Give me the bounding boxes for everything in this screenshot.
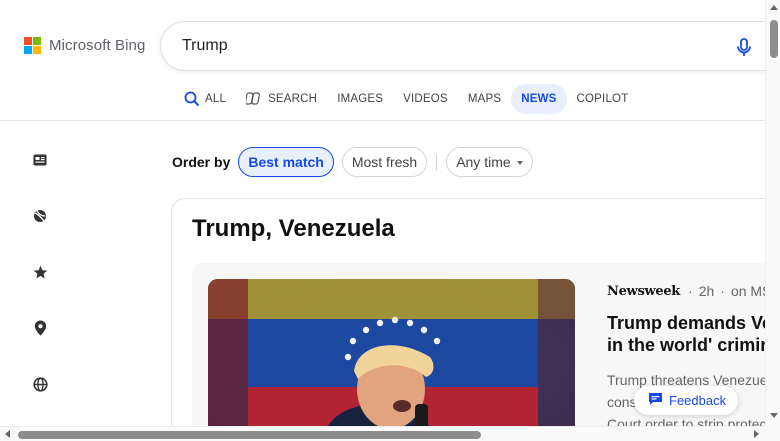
tab-search[interactable]: SEARCH bbox=[236, 84, 327, 114]
search-box[interactable]: Trump bbox=[160, 21, 770, 71]
copilot-search-icon bbox=[246, 91, 263, 107]
tab-all-label: ALL bbox=[205, 93, 227, 105]
tab-news-label: NEWS bbox=[521, 93, 557, 105]
tab-videos-label: VIDEOS bbox=[403, 93, 448, 105]
microphone-icon[interactable] bbox=[732, 35, 756, 59]
scrollbar-corner bbox=[765, 426, 780, 441]
feedback-icon bbox=[648, 392, 663, 409]
time-filter-dropdown[interactable]: Any time bbox=[446, 146, 533, 177]
brand-name: Microsoft Bing bbox=[49, 37, 146, 54]
story-age: 2h bbox=[698, 283, 715, 299]
bing-logo[interactable]: Microsoft Bing bbox=[24, 37, 145, 54]
tab-images[interactable]: IMAGES bbox=[327, 84, 393, 114]
sort-filter-bar: Order by Best match Most fresh Any time bbox=[172, 146, 541, 177]
feedback-label: Feedback bbox=[669, 393, 727, 408]
best-match-button[interactable]: Best match bbox=[238, 146, 334, 177]
world-icon[interactable] bbox=[30, 374, 50, 394]
tab-copilot-label: COPILOT bbox=[576, 93, 629, 105]
left-rail bbox=[30, 150, 52, 430]
tab-news[interactable]: NEWS bbox=[511, 84, 567, 114]
time-filter-label: Any time bbox=[456, 153, 511, 170]
topic-title[interactable]: Trump, Venezuela bbox=[192, 215, 395, 243]
tab-videos[interactable]: VIDEOS bbox=[393, 84, 458, 114]
feedback-button[interactable]: Feedback bbox=[634, 386, 739, 415]
news-icon[interactable] bbox=[30, 150, 50, 170]
story-thumbnail[interactable] bbox=[208, 279, 575, 441]
vertical-tabs: ALL SEARCH IMAGES VIDEOS MAPS NEWS COPIL… bbox=[184, 84, 638, 114]
favorites-icon[interactable] bbox=[30, 262, 50, 282]
tab-images-label: IMAGES bbox=[337, 93, 384, 105]
story-headline[interactable]: Trump demands Ve in the world' crimir bbox=[607, 312, 780, 356]
tab-copilot[interactable]: COPILOT bbox=[567, 84, 639, 114]
search-input[interactable]: Trump bbox=[182, 37, 228, 55]
horizontal-scroll-thumb[interactable] bbox=[18, 431, 481, 439]
filter-divider bbox=[436, 153, 438, 170]
source-name[interactable]: Newsweek bbox=[607, 284, 680, 299]
chevron-down-icon bbox=[516, 160, 523, 165]
location-icon[interactable] bbox=[30, 318, 50, 338]
search-icon bbox=[184, 91, 200, 107]
order-by-label: Order by bbox=[172, 153, 231, 170]
scroll-down-arrow-icon[interactable] bbox=[770, 413, 778, 418]
bing-news-page: Microsoft Bing Trump ALL SEARCH IMAGES V… bbox=[0, 0, 780, 441]
vertical-scroll-thumb[interactable] bbox=[770, 20, 778, 58]
sports-icon[interactable] bbox=[30, 206, 50, 226]
scroll-right-arrow-icon[interactable] bbox=[754, 430, 759, 438]
tab-search-label: SEARCH bbox=[268, 93, 318, 105]
meta-separator-2: · bbox=[720, 283, 725, 299]
meta-separator: · bbox=[688, 283, 693, 299]
tab-maps-label: MAPS bbox=[467, 93, 502, 105]
tab-all[interactable]: ALL bbox=[184, 84, 236, 114]
story-meta: Newsweek · 2h · on MSN bbox=[607, 283, 780, 299]
scroll-left-arrow-icon[interactable] bbox=[5, 430, 10, 438]
microsoft-logo-icon bbox=[24, 37, 41, 54]
headline-line-1: Trump demands Ve bbox=[607, 313, 773, 333]
most-fresh-button[interactable]: Most fresh bbox=[341, 146, 428, 177]
headline-line-2: in the world' crimir bbox=[607, 335, 768, 355]
tab-maps[interactable]: MAPS bbox=[458, 84, 511, 114]
horizontal-scrollbar[interactable] bbox=[0, 426, 765, 441]
header: Microsoft Bing Trump ALL SEARCH IMAGES V… bbox=[0, 0, 770, 121]
vertical-scrollbar[interactable] bbox=[765, 0, 780, 441]
scroll-up-arrow-icon[interactable] bbox=[770, 5, 778, 10]
